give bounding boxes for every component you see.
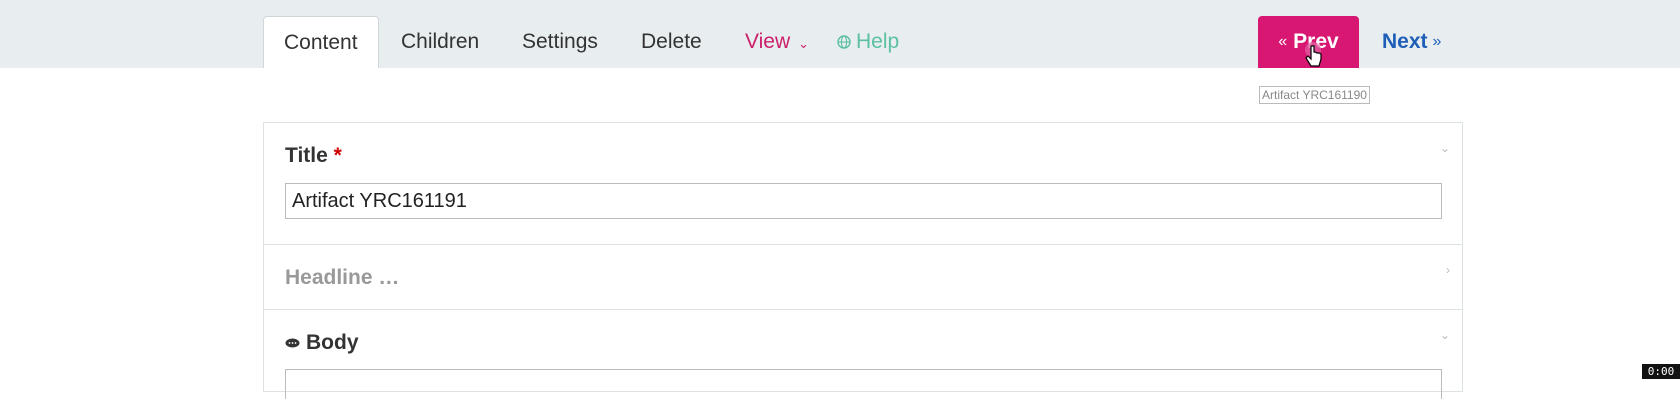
globe-icon	[837, 35, 851, 49]
headline-label: Headline …	[285, 266, 400, 289]
chevron-down-icon: ⌄	[798, 36, 810, 51]
tab-settings[interactable]: Settings	[522, 16, 598, 68]
tab-children[interactable]: Children	[401, 16, 479, 68]
next-button[interactable]: Next »	[1382, 16, 1441, 68]
tab-content[interactable]: Content	[263, 16, 379, 68]
body-label: Body	[285, 331, 359, 355]
chevron-down-icon[interactable]: ⌄	[1440, 141, 1450, 155]
chat-bubble-icon	[285, 338, 300, 348]
prev-tooltip: Artifact YRC161190	[1259, 86, 1370, 104]
headline-section[interactable]: Headline … ›	[264, 245, 1462, 310]
edit-form: Title * ⌄ Artifact YRC161191 Headline … …	[263, 122, 1463, 399]
timer-badge: 0:00	[1642, 364, 1680, 379]
tab-delete[interactable]: Delete	[641, 16, 702, 68]
top-nav-bar: Content Children Settings Delete View ⌄ …	[0, 0, 1680, 68]
title-label: Title *	[285, 144, 342, 167]
title-section: Title * ⌄ Artifact YRC161191	[264, 123, 1462, 245]
hand-cursor-icon	[1305, 42, 1322, 67]
tab-view[interactable]: View ⌄	[745, 16, 809, 68]
chevron-right-icon[interactable]: ›	[1446, 263, 1450, 277]
chevron-down-icon[interactable]: ⌄	[1440, 328, 1450, 342]
body-editor[interactable]	[285, 369, 1442, 399]
title-input[interactable]: Artifact YRC161191	[285, 183, 1442, 219]
tab-help[interactable]: Help	[837, 16, 899, 68]
required-marker: *	[333, 144, 342, 167]
